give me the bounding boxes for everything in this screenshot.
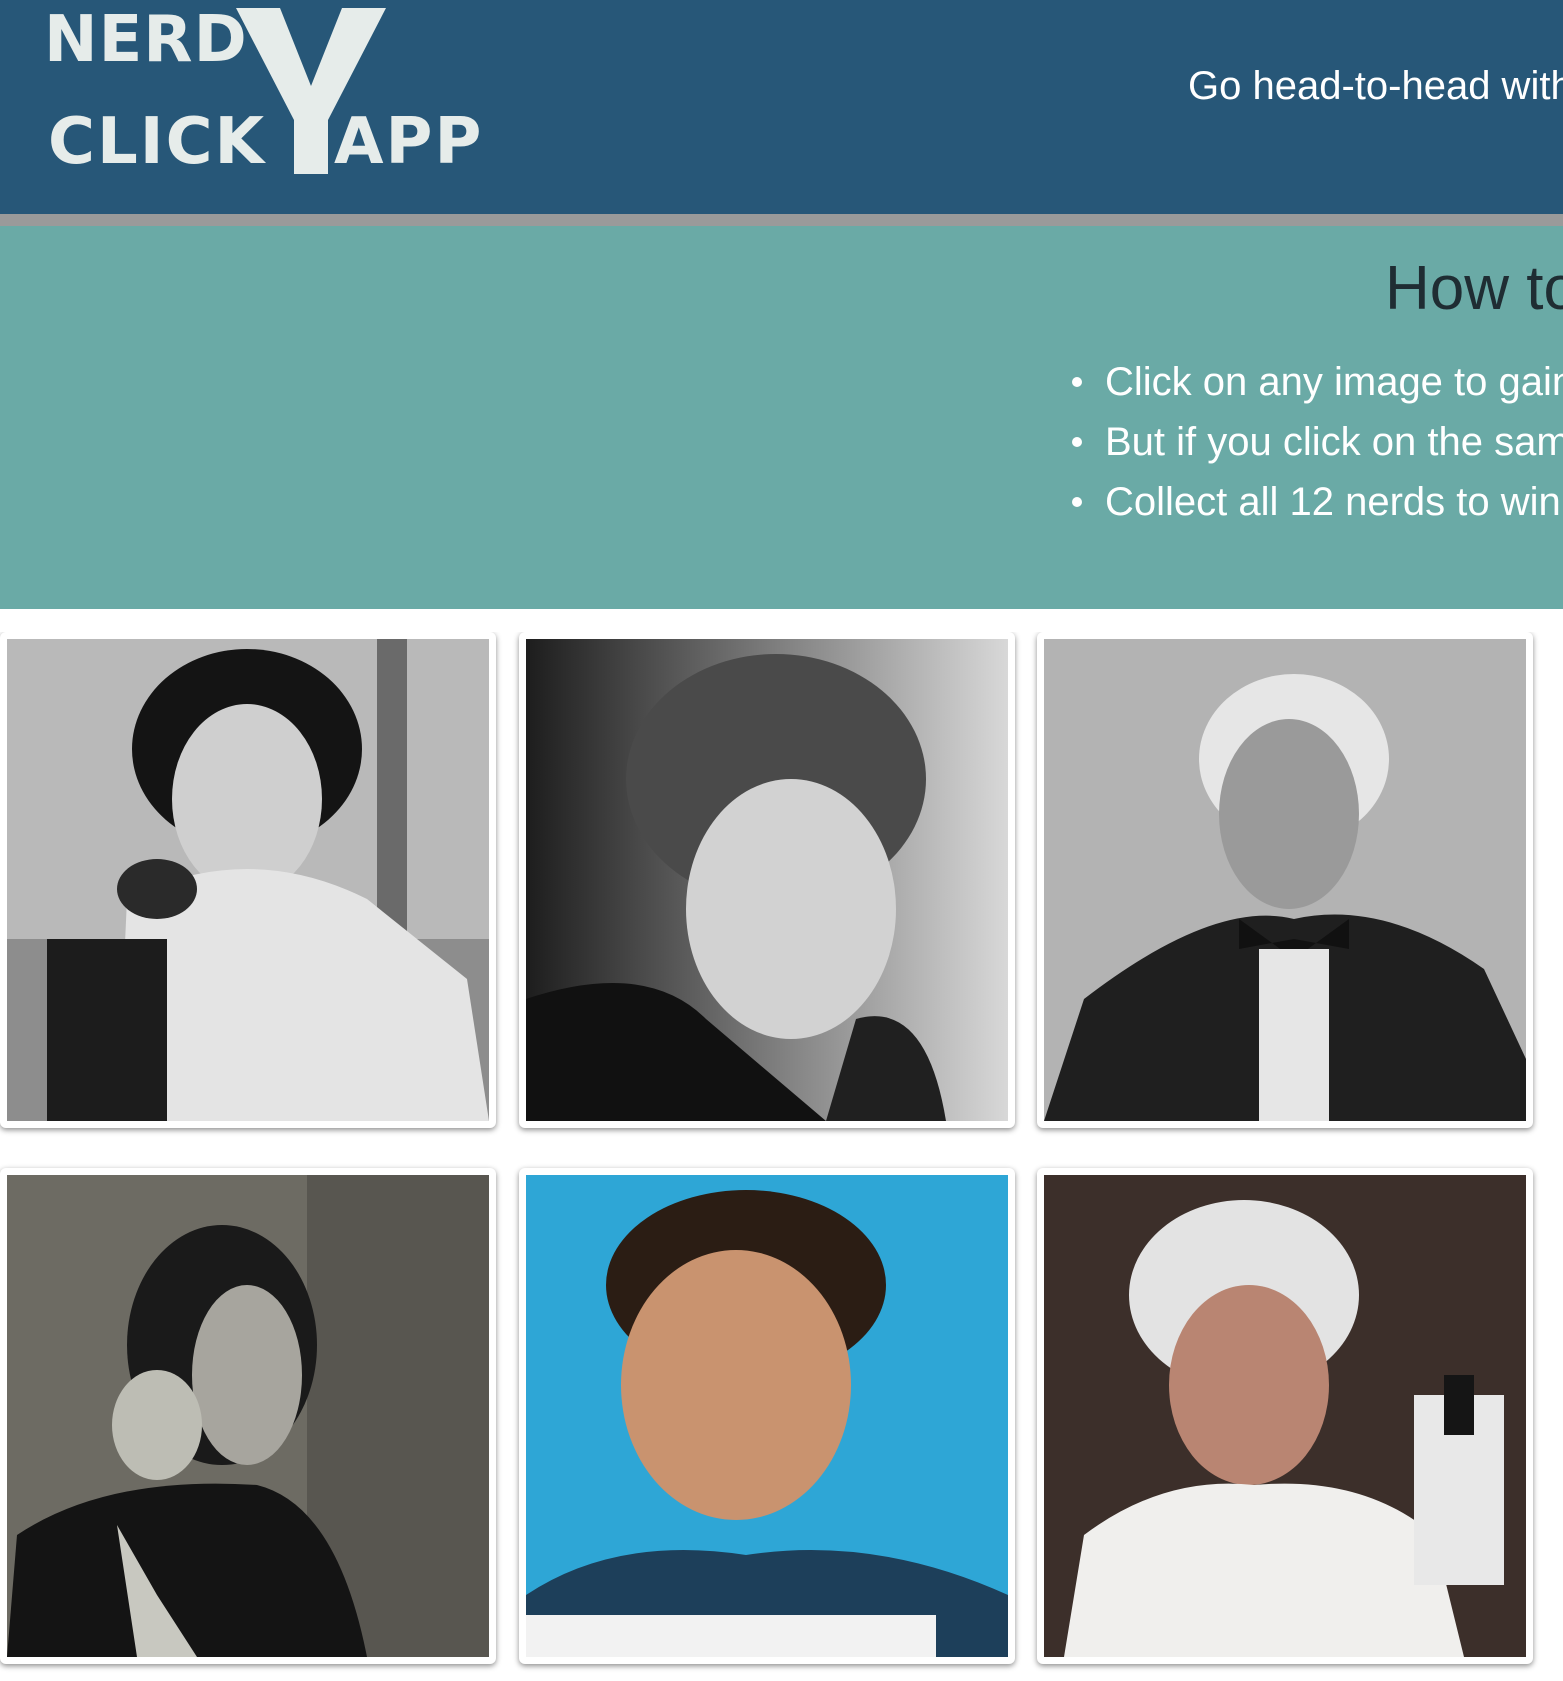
- bullet-icon: [1072, 377, 1082, 387]
- nerd-card-image[interactable]: [526, 1175, 1008, 1657]
- nerd-card-image[interactable]: [1044, 1175, 1526, 1657]
- app-header: NERD CLICK APP Go head-to-head with: [0, 0, 1563, 214]
- instruction-text: Collect all 12 nerds to win: [1105, 480, 1561, 524]
- nerd-card-5[interactable]: [519, 1168, 1015, 1664]
- nerd-card-image[interactable]: [1044, 639, 1526, 1121]
- nerd-card-image[interactable]: [7, 1175, 489, 1657]
- nerd-click-app-logo[interactable]: NERD CLICK APP: [40, 4, 500, 184]
- portrait-elderly-woman-lab-coat-icon: [1044, 1175, 1526, 1657]
- portrait-man-bowtie-icon: [1044, 639, 1526, 1121]
- nerd-card-image[interactable]: [7, 639, 489, 1121]
- nerd-card-2[interactable]: [519, 632, 1015, 1128]
- bullet-icon: [1072, 437, 1082, 447]
- instructions-panel: How to Click on any image to gain But if…: [0, 226, 1563, 609]
- nerd-card-6[interactable]: [1037, 1168, 1533, 1664]
- logo-line-click: CLICK: [48, 105, 267, 179]
- instruction-item: But if you click on the sam: [1060, 412, 1563, 472]
- nerd-card-4[interactable]: [0, 1168, 496, 1664]
- nerd-card-1[interactable]: [0, 632, 496, 1128]
- portrait-woman-ringlets-icon: [7, 1175, 489, 1657]
- instructions-list: Click on any image to gain But if you cl…: [1060, 352, 1563, 532]
- portrait-woman-blue-background-icon: [526, 1175, 1008, 1657]
- nerd-card-grid: [0, 632, 1563, 1681]
- portrait-woman-curly-hair-icon: [526, 639, 1008, 1121]
- portrait-woman-microscope-icon: [7, 639, 489, 1121]
- logo-line-app: APP: [334, 105, 484, 179]
- nerd-card-3[interactable]: [1037, 632, 1533, 1128]
- header-tagline: Go head-to-head with: [1188, 64, 1563, 108]
- bullet-icon: [1072, 497, 1082, 507]
- instruction-item: Click on any image to gain: [1060, 352, 1563, 412]
- instruction-item: Collect all 12 nerds to win: [1060, 472, 1563, 532]
- instruction-text: Click on any image to gain: [1105, 360, 1563, 404]
- nerd-card-image[interactable]: [526, 639, 1008, 1121]
- logo-line-nerd: NERD: [44, 3, 248, 77]
- header-divider: [0, 214, 1563, 226]
- instructions-title: How to: [1385, 254, 1563, 323]
- instruction-text: But if you click on the sam: [1105, 420, 1563, 464]
